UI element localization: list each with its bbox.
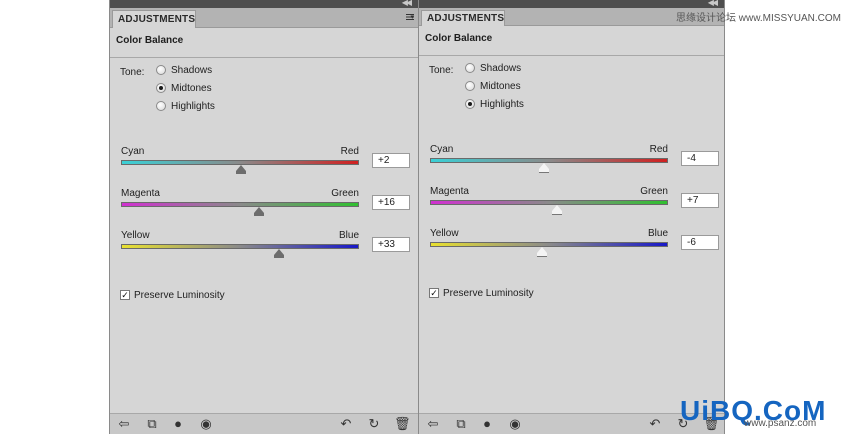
preserve-luminosity-label: Preserve Luminosity <box>443 288 534 299</box>
panel-title: Color Balance <box>110 28 418 58</box>
radio-midtones-label: Midtones <box>171 83 212 94</box>
radio-shadows-dot[interactable] <box>465 63 475 73</box>
slider-track[interactable] <box>430 200 668 205</box>
panel-title-strip: ◀◀ <box>110 0 418 8</box>
panel-title-strip: ◀◀ <box>419 0 724 8</box>
reset-icon[interactable]: ↻ <box>366 416 382 432</box>
slider-thumb[interactable] <box>539 163 550 172</box>
adjustments-panel-right: ◀◀ ADJUSTMENTS Color Balance Tone: Shado… <box>418 0 725 434</box>
adjustments-panel-left: ◀◀ ADJUSTMENTS ▾ Color Balance Tone: Sha… <box>109 0 419 434</box>
watermark-top-text: 思缘设计论坛 www.MISSYUAN.COM <box>676 13 842 24</box>
trash-icon[interactable]: 🗑 <box>394 416 411 432</box>
slider-right-label: Blue <box>338 230 359 241</box>
slider-left-label: Yellow <box>121 230 150 241</box>
mask-icon[interactable]: ● <box>479 416 495 432</box>
slider-track[interactable] <box>121 202 359 207</box>
watermark-url: www.psanz.com <box>744 418 817 429</box>
clip-to-layer-icon[interactable]: ⧉ <box>453 416 469 432</box>
value-field-yellow-blue[interactable]: +33 <box>372 237 410 252</box>
preserve-luminosity-checkbox[interactable]: ✓ <box>120 290 130 300</box>
slider-right-label: Red <box>340 146 359 157</box>
slider-thumb[interactable] <box>274 249 285 258</box>
radio-highlights-label: Highlights <box>480 99 524 110</box>
previous-state-icon[interactable]: ↶ <box>338 416 354 432</box>
back-arrow-icon[interactable]: ⇦ <box>425 416 441 432</box>
radio-highlights[interactable]: Highlights <box>156 100 215 114</box>
value-field-cyan-red[interactable]: -4 <box>681 151 719 166</box>
value-field-cyan-red[interactable]: +2 <box>372 153 410 168</box>
panel-title: Color Balance <box>419 26 724 56</box>
slider-left-label: Magenta <box>430 186 469 197</box>
preserve-luminosity[interactable]: ✓ Preserve Luminosity <box>120 289 225 302</box>
slider-left-label: Magenta <box>121 188 160 199</box>
preserve-luminosity[interactable]: ✓ Preserve Luminosity <box>429 287 534 300</box>
eye-icon[interactable]: ◉ <box>198 416 214 432</box>
collapse-icon[interactable]: ◀◀ <box>402 0 412 8</box>
slider-track[interactable] <box>121 244 359 249</box>
radio-midtones[interactable]: Midtones <box>156 82 212 96</box>
eye-icon[interactable]: ◉ <box>507 416 523 432</box>
radio-highlights-dot[interactable] <box>465 99 475 109</box>
radio-midtones-label: Midtones <box>480 81 521 92</box>
slider-track[interactable] <box>430 242 668 247</box>
bottom-toolbar: ⇦ ⧉ ● ◉ ↶ ↻ 🗑 <box>419 413 724 434</box>
slider-left-label: Yellow <box>430 228 459 239</box>
radio-shadows-label: Shadows <box>171 65 213 76</box>
slider-thumb[interactable] <box>552 205 563 214</box>
slider-left-label: Cyan <box>430 144 454 155</box>
mask-icon[interactable]: ● <box>170 416 186 432</box>
tab-adjustments[interactable]: ADJUSTMENTS <box>112 10 196 28</box>
collapse-icon[interactable]: ◀◀ <box>708 0 718 8</box>
slider-right-label: Red <box>649 144 668 155</box>
radio-shadows-label: Shadows <box>480 63 522 74</box>
value-field-yellow-blue[interactable]: -6 <box>681 235 719 250</box>
previous-state-icon[interactable]: ↶ <box>647 416 663 432</box>
slider-left-label: Cyan <box>121 146 145 157</box>
tone-label: Tone: <box>429 65 454 76</box>
back-arrow-icon[interactable]: ⇦ <box>116 416 132 432</box>
panel-menu-icon[interactable]: ▾ <box>402 13 414 23</box>
value-field-magenta-green[interactable]: +16 <box>372 195 410 210</box>
radio-highlights-dot[interactable] <box>156 101 166 111</box>
radio-shadows[interactable]: Shadows <box>465 62 521 76</box>
radio-midtones[interactable]: Midtones <box>465 80 521 94</box>
radio-midtones-dot[interactable] <box>465 81 475 91</box>
radio-highlights[interactable]: Highlights <box>465 98 524 112</box>
radio-shadows-dot[interactable] <box>156 65 166 75</box>
slider-thumb[interactable] <box>236 165 247 174</box>
slider-thumb[interactable] <box>536 247 547 256</box>
bottom-toolbar: ⇦ ⧉ ● ◉ ↶ ↻ 🗑 <box>110 413 418 434</box>
preserve-luminosity-label: Preserve Luminosity <box>134 290 225 301</box>
radio-highlights-label: Highlights <box>171 101 215 112</box>
tone-label: Tone: <box>120 67 145 78</box>
tab-adjustments[interactable]: ADJUSTMENTS <box>421 10 505 26</box>
slider-thumb[interactable] <box>254 207 265 216</box>
radio-midtones-dot[interactable] <box>156 83 166 93</box>
slider-right-label: Blue <box>647 228 668 239</box>
slider-right-label: Green <box>331 188 359 199</box>
slider-right-label: Green <box>640 186 668 197</box>
value-field-magenta-green[interactable]: +7 <box>681 193 719 208</box>
tab-bar: ADJUSTMENTS ▾ <box>110 8 418 28</box>
clip-to-layer-icon[interactable]: ⧉ <box>144 416 160 432</box>
preserve-luminosity-checkbox[interactable]: ✓ <box>429 288 439 298</box>
radio-shadows[interactable]: Shadows <box>156 64 212 78</box>
